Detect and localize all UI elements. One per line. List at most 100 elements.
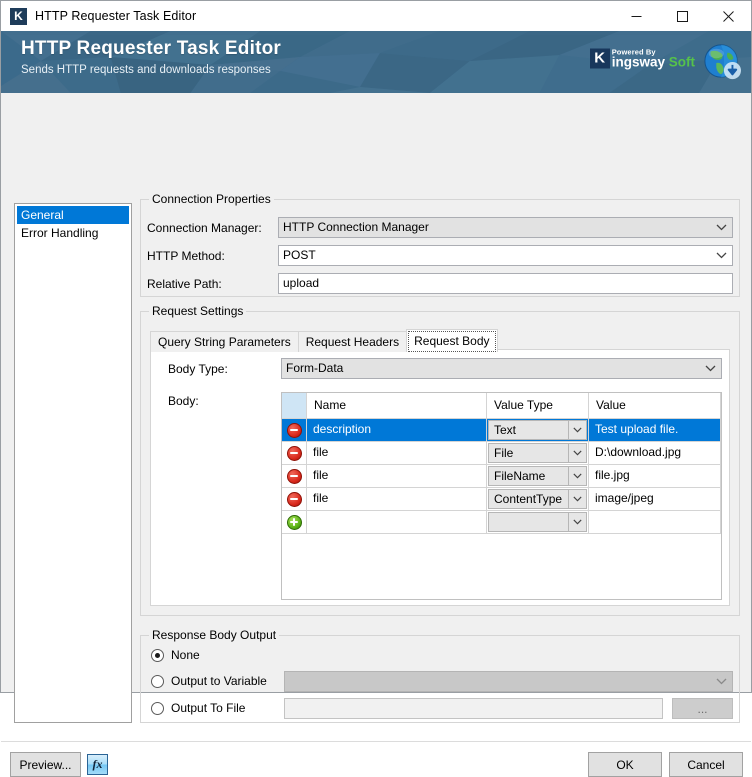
relative-path-label: Relative Path: [147, 277, 222, 291]
value-type-dropdown[interactable]: File [488, 443, 587, 463]
chevron-down-icon[interactable] [568, 421, 586, 439]
table-row-new[interactable] [282, 511, 721, 534]
chevron-down-icon [705, 359, 716, 378]
window-controls [613, 1, 751, 31]
http-method-value: POST [283, 248, 316, 262]
chevron-down-icon[interactable] [568, 513, 586, 531]
cell-value-type[interactable]: File [487, 442, 589, 464]
cell-name[interactable]: file [307, 442, 487, 464]
app-icon: K [10, 8, 27, 25]
row-remove-button[interactable] [282, 488, 307, 510]
value-type-dropdown[interactable]: FileName [488, 466, 587, 486]
row-remove-button[interactable] [282, 442, 307, 464]
logo-wordmark: Powered By ingsway Soft [612, 48, 695, 69]
minus-circle-icon [287, 469, 302, 484]
minus-circle-icon [287, 446, 302, 461]
header-banner: HTTP Requester Task Editor Sends HTTP re… [1, 31, 751, 93]
expression-button[interactable]: fx [87, 754, 108, 775]
grid-header-rowselector [282, 393, 307, 418]
http-method-label: HTTP Method: [147, 249, 225, 263]
body-type-value: Form-Data [286, 361, 343, 375]
tab-request-body-label: Request Body [414, 334, 489, 348]
close-icon[interactable] [705, 1, 751, 31]
cancel-button[interactable]: Cancel [669, 752, 743, 777]
dialog-content: General Error Handling Connection Proper… [1, 93, 751, 692]
request-settings-legend: Request Settings [149, 304, 246, 318]
grid-header-value-type[interactable]: Value Type [487, 393, 589, 418]
sidebar-item-error-handling[interactable]: Error Handling [17, 224, 129, 242]
value-type-dropdown[interactable] [488, 512, 587, 532]
radio-output-to-variable-indicator[interactable] [151, 675, 164, 688]
maximize-icon[interactable] [659, 1, 705, 31]
chevron-down-icon[interactable] [568, 444, 586, 462]
request-body-panel: Body Type: Form-Data Body: Name Value Ty… [150, 349, 730, 606]
logo-brand-kingsway: ingsway [612, 55, 665, 70]
table-row[interactable]: file ContentType image/jpeg [282, 488, 721, 511]
chevron-down-icon [716, 672, 727, 691]
output-variable-dropdown[interactable] [284, 671, 733, 692]
grid-header-value[interactable]: Value [589, 393, 721, 418]
http-method-dropdown[interactable]: POST [278, 245, 733, 266]
connection-properties-legend: Connection Properties [149, 192, 274, 206]
radio-output-to-variable[interactable]: Output to Variable [151, 674, 267, 688]
globe-download-icon [703, 43, 741, 81]
tab-request-body[interactable]: Request Body [406, 329, 497, 352]
tab-query-string-parameters[interactable]: Query String Parameters [150, 331, 299, 352]
cell-name[interactable] [307, 511, 487, 533]
tab-request-headers[interactable]: Request Headers [298, 331, 407, 352]
cell-value[interactable]: Test upload file. [589, 419, 721, 441]
table-row[interactable]: file File D:\download.jpg [282, 442, 721, 465]
cell-value[interactable]: image/jpeg [589, 488, 721, 510]
plus-circle-icon [287, 515, 302, 530]
cell-value-type[interactable] [487, 511, 589, 533]
sidebar-item-general[interactable]: General [17, 206, 129, 224]
connection-manager-value: HTTP Connection Manager [283, 220, 429, 234]
cell-value[interactable] [589, 511, 721, 533]
radio-output-to-file-label: Output To File [171, 701, 245, 715]
minimize-icon[interactable] [613, 1, 659, 31]
cell-value-type[interactable]: Text [487, 419, 589, 441]
preview-button[interactable]: Preview... [10, 752, 81, 777]
footer-divider [1, 741, 751, 742]
cell-value[interactable]: file.jpg [589, 465, 721, 487]
table-row[interactable]: description Text Test upload file. [282, 419, 721, 442]
radio-none-indicator[interactable] [151, 649, 164, 662]
connection-manager-dropdown[interactable]: HTTP Connection Manager [278, 217, 733, 238]
cell-value[interactable]: D:\download.jpg [589, 442, 721, 464]
chevron-down-icon[interactable] [568, 467, 586, 485]
row-remove-button[interactable] [282, 465, 307, 487]
title-bar: K HTTP Requester Task Editor [1, 1, 751, 31]
response-body-output-legend: Response Body Output [149, 628, 279, 642]
chevron-down-icon [716, 246, 727, 265]
logo-k-mark: K [590, 49, 610, 69]
page-nav-list[interactable]: General Error Handling [14, 203, 132, 723]
row-add-button[interactable] [282, 511, 307, 533]
cell-name[interactable]: file [307, 488, 487, 510]
radio-none[interactable]: None [151, 648, 200, 662]
row-remove-button[interactable] [282, 419, 307, 441]
chevron-down-icon[interactable] [568, 490, 586, 508]
logo-brand-soft: Soft [669, 55, 695, 70]
value-type-text: FileName [494, 466, 545, 487]
grid-header-name[interactable]: Name [307, 393, 487, 418]
value-type-text: Text [494, 420, 516, 441]
banner-title: HTTP Requester Task Editor [21, 37, 281, 61]
cell-name[interactable]: file [307, 465, 487, 487]
cell-name[interactable]: description [307, 419, 487, 441]
output-file-browse-button[interactable]: ... [672, 698, 733, 719]
radio-output-to-file-indicator[interactable] [151, 702, 164, 715]
cell-value-type[interactable]: FileName [487, 465, 589, 487]
chevron-down-icon [716, 218, 727, 237]
radio-none-label: None [171, 648, 200, 662]
relative-path-input[interactable]: upload [278, 273, 733, 294]
radio-output-to-file[interactable]: Output To File [151, 701, 245, 715]
table-row[interactable]: file FileName file.jpg [282, 465, 721, 488]
ok-button[interactable]: OK [588, 752, 662, 777]
cell-value-type[interactable]: ContentType [487, 488, 589, 510]
body-type-dropdown[interactable]: Form-Data [281, 358, 722, 379]
output-file-input[interactable] [284, 698, 663, 719]
value-type-dropdown[interactable]: Text [488, 420, 587, 440]
value-type-dropdown[interactable]: ContentType [488, 489, 587, 509]
form-data-grid[interactable]: Name Value Type Value description Text T… [281, 392, 722, 600]
radio-output-to-variable-label: Output to Variable [171, 674, 267, 688]
